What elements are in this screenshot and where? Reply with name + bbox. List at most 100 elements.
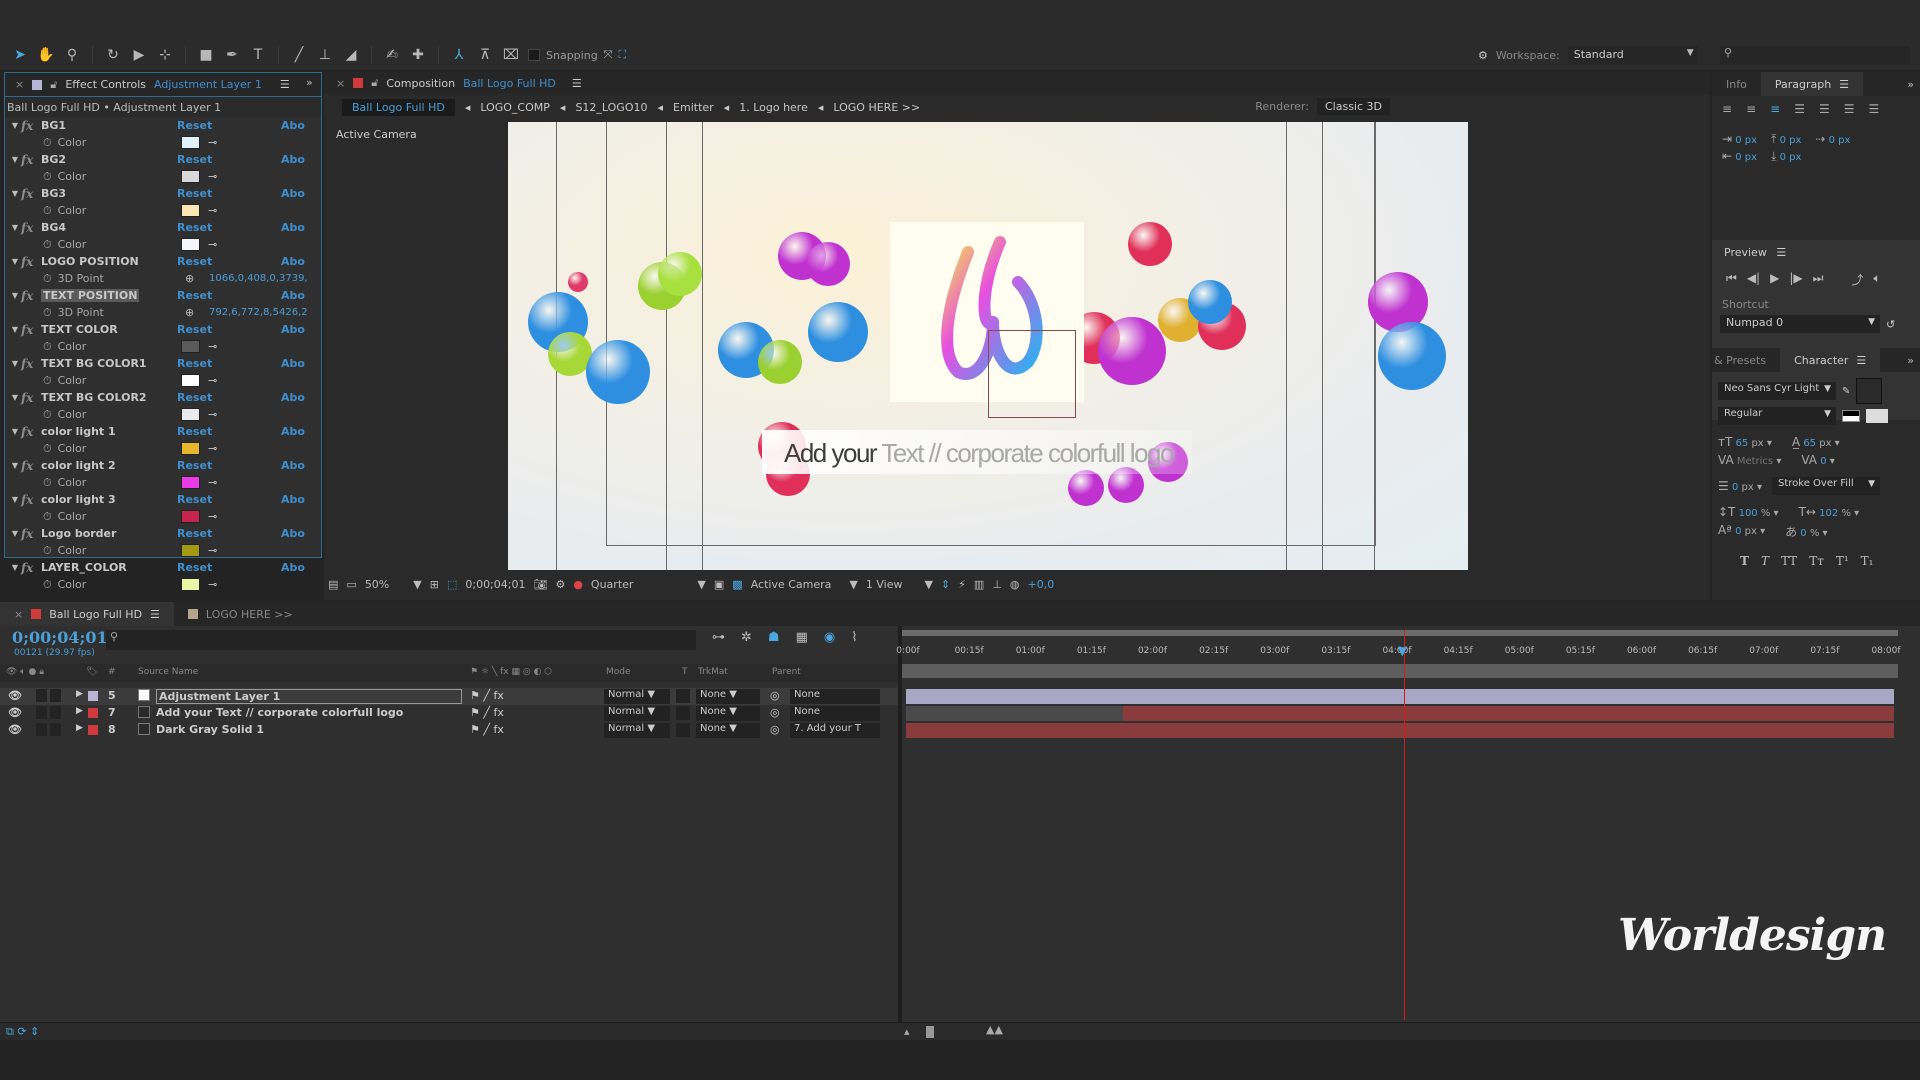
eyedropper-icon[interactable]: ⊸ (208, 578, 217, 591)
about-link[interactable]: Abo (281, 561, 305, 574)
kerning-field[interactable]: VA Metrics ▾ (1718, 453, 1781, 467)
fx-toggle-icon[interactable]: fx (21, 357, 41, 371)
superscript-icon[interactable]: T¹ (1836, 554, 1849, 568)
panel-menu-icon[interactable]: ☰ (572, 77, 582, 90)
breadcrumb-item[interactable]: 1. Logo here (739, 101, 808, 114)
preserve-transparency-toggle[interactable] (676, 706, 690, 720)
expand-triangle-icon[interactable]: ▼ (9, 155, 21, 164)
font-family-dropdown[interactable]: Neo Sans Cyr Light (1718, 382, 1836, 400)
layer-row[interactable]: 👁︎ ▶ 8 Dark Gray Solid 1 ⚑ ╱ fx Normal ▼… (0, 722, 900, 739)
justify-center-icon[interactable]: ☰ (1819, 102, 1830, 116)
workspace-dropdown[interactable]: Standard (1567, 46, 1698, 64)
fx-toggle-icon[interactable]: fx (21, 153, 41, 167)
default-colors-icon[interactable] (1842, 410, 1860, 422)
axis-view-icon[interactable]: ⌧ (501, 45, 521, 65)
effect-text-bg-color1[interactable]: ▼ fx TEXT BG COLOR1 Reset Abo (5, 355, 321, 372)
font-style-dropdown[interactable]: Regular (1718, 407, 1836, 425)
renderer-button[interactable]: Classic 3D (1316, 98, 1390, 115)
solo-switch[interactable] (50, 706, 61, 719)
channel-icon[interactable]: ● (573, 578, 583, 591)
about-link[interactable]: Abo (281, 255, 305, 268)
layer-duration-bar[interactable] (906, 723, 1894, 738)
about-link[interactable]: Abo (281, 289, 305, 302)
play-icon[interactable]: ▶ (1770, 271, 1779, 288)
eyedropper-icon[interactable]: ⊸ (208, 442, 217, 455)
layer-name[interactable]: Adjustment Layer 1 (156, 689, 462, 704)
color-swatch[interactable] (181, 136, 200, 149)
align-right-icon[interactable]: ≡ (1770, 102, 1780, 116)
shortcut-dropdown[interactable]: Numpad 0 (1720, 315, 1880, 333)
always-preview-icon[interactable]: ▤ (328, 578, 338, 591)
space-after-field[interactable]: ⤓ 0 px (1771, 149, 1801, 164)
eyedropper-icon[interactable]: ⊸ (208, 204, 217, 217)
reset-link[interactable]: Reset (177, 119, 212, 132)
horizontal-scale-field[interactable]: T↔ 102 % ▾ (1799, 505, 1860, 519)
help-search-input[interactable]: ⚲ (1720, 46, 1910, 64)
effect-text-bg-color2[interactable]: ▼ fx TEXT BG COLOR2 Reset Abo (5, 389, 321, 406)
indent-right-field[interactable]: ⇤ 0 px (1722, 149, 1757, 164)
panel-menu-icon[interactable]: ☰ (1856, 354, 1866, 367)
eyedropper-icon[interactable]: ⊸ (208, 238, 217, 251)
blend-mode-dropdown[interactable]: Normal ▼ (604, 706, 670, 721)
lock-icon[interactable]: 🔓︎ (50, 78, 57, 92)
panel-menu-icon[interactable]: ☰ (280, 78, 290, 91)
stopwatch-icon[interactable]: ⏱︎ (43, 510, 52, 524)
expand-triangle-icon[interactable]: ▼ (9, 495, 21, 504)
color-swatch[interactable] (181, 204, 200, 217)
blend-mode-dropdown[interactable]: Normal ▼ (604, 723, 670, 738)
motion-blur-icon[interactable]: ◉ (824, 630, 835, 645)
stopwatch-icon[interactable]: ⏱︎ (43, 374, 52, 388)
current-time[interactable]: 0;00;04;01 (12, 628, 108, 647)
expand-triangle-icon[interactable]: ▼ (9, 291, 21, 300)
panel-menu-icon[interactable]: ☰ (1776, 246, 1786, 259)
fx-toggle-icon[interactable]: fx (21, 255, 41, 269)
axis-world-icon[interactable]: ⊼ (475, 45, 495, 65)
previous-frame-icon[interactable]: ◀︎| (1747, 271, 1760, 288)
visibility-eye-icon[interactable]: 👁︎ (8, 689, 22, 702)
toggle-pixel-aspect-icon[interactable]: ⇕ (941, 578, 950, 591)
visibility-eye-icon[interactable]: 👁︎ (8, 706, 22, 719)
pick-whip-icon[interactable]: ◎ (770, 723, 780, 736)
lock-icon[interactable]: 🔓︎ (371, 76, 378, 90)
fx-toggle-icon[interactable]: fx (21, 391, 41, 405)
effect-color-light-1[interactable]: ▼ fx color light 1 Reset Abo (5, 423, 321, 440)
track-matte-dropdown[interactable]: None ▼ (696, 706, 760, 721)
color-swatch[interactable] (181, 408, 200, 421)
panel-overflow-icon[interactable]: » (306, 76, 313, 89)
layer-switches[interactable]: ⚑ ╱ fx (470, 689, 504, 702)
eyedropper-icon[interactable]: ⊸ (208, 374, 217, 387)
stroke-color-swatch[interactable] (1866, 409, 1888, 423)
blend-mode-dropdown[interactable]: Normal ▼ (604, 689, 670, 704)
effect-bg1[interactable]: ▼ fx BG1 Reset Abo (5, 117, 321, 134)
layer-duration-bar[interactable] (1123, 706, 1894, 721)
effect-text-position[interactable]: ▼ fx TEXT POSITION Reset Abo (5, 287, 321, 304)
stroke-mode-dropdown[interactable]: Stroke Over Fill (1771, 477, 1880, 495)
baseline-shift-field[interactable]: Aª 0 px ▾ (1718, 523, 1765, 540)
about-link[interactable]: Abo (281, 357, 305, 370)
puppet-pin-tool-icon[interactable]: ✚ (408, 45, 428, 65)
fx-toggle-icon[interactable]: fx (21, 187, 41, 201)
close-icon[interactable]: × (14, 608, 23, 621)
layer-switches[interactable]: ⚑ ╱ fx (470, 723, 504, 736)
column-source-name[interactable]: Source Name (138, 667, 198, 677)
pen-tool-icon[interactable]: ✒ (222, 45, 242, 65)
parent-dropdown[interactable]: 7. Add your T (790, 723, 880, 738)
first-frame-icon[interactable]: ⏮ (1726, 271, 1737, 288)
graph-editor-icon[interactable]: ⌇ (851, 630, 857, 645)
expand-triangle-icon[interactable]: ▼ (9, 359, 21, 368)
justify-all-icon[interactable]: ☰ (1868, 102, 1879, 116)
effect-color-light-2[interactable]: ▼ fx color light 2 Reset Abo (5, 457, 321, 474)
effect-bg3[interactable]: ▼ fx BG3 Reset Abo (5, 185, 321, 202)
mask-visibility-icon[interactable]: ⬚ (447, 578, 457, 591)
fx-toggle-icon[interactable]: fx (21, 459, 41, 473)
tab-character[interactable]: Character ☰ (1780, 348, 1881, 372)
solo-switch[interactable] (50, 689, 61, 702)
hand-tool-icon[interactable]: ✋ (36, 45, 56, 65)
shy-layers-icon[interactable]: ☗ (768, 630, 780, 645)
stroke-width-field[interactable]: ☰ 0 px ▾ (1718, 479, 1762, 493)
effect-logo-border[interactable]: ▼ fx Logo border Reset Abo (5, 525, 321, 542)
region-of-interest-icon[interactable]: ▣ (714, 578, 724, 591)
expand-triangle-icon[interactable]: ▶ (76, 723, 83, 733)
time-navigator[interactable] (902, 664, 1898, 678)
close-icon[interactable]: × (336, 77, 345, 90)
